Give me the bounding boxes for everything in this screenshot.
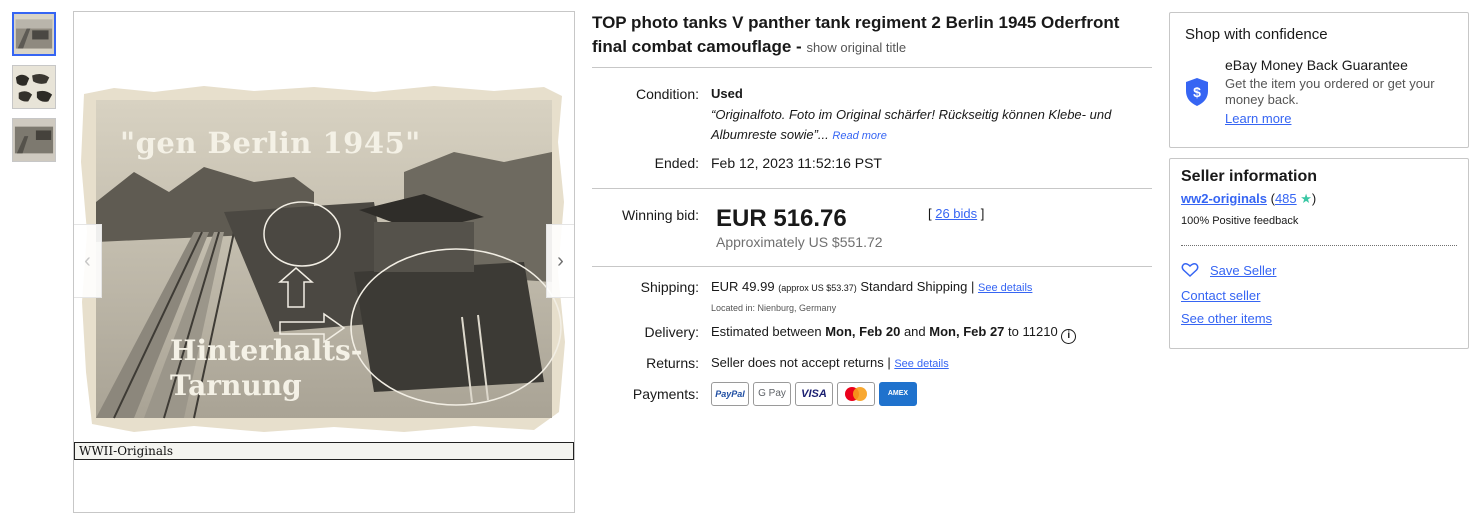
divider (592, 188, 1152, 189)
item-photo: "gen Berlin 1945" WWII-Originals Hinterh… (74, 82, 574, 460)
shipping-see-details-link[interactable]: See details (978, 282, 1032, 294)
info-icon[interactable]: i (1061, 329, 1077, 344)
delivery-label: Delivery: (644, 324, 699, 340)
guarantee-title: eBay Money Back Guarantee (1225, 57, 1408, 73)
read-more-link[interactable]: Read more (832, 130, 886, 142)
save-seller-label[interactable]: Save Seller (1210, 263, 1276, 278)
see-other-items-link[interactable]: See other items (1181, 311, 1272, 326)
learn-more-link[interactable]: Learn more (1225, 111, 1455, 126)
returns-see-details-link[interactable]: See details (894, 358, 948, 370)
delivery-prefix: Estimated between (711, 324, 822, 339)
save-seller-button[interactable]: Save Seller (1181, 262, 1276, 278)
guarantee-text: Get the item you ordered or get your mon… (1225, 76, 1435, 107)
photo-caption: "gen Berlin 1945" (120, 126, 421, 160)
winning-bid-label: Winning bid: (621, 207, 699, 223)
condition-label: Condition: (635, 86, 699, 102)
approximate-price: Approximately US $551.72 (716, 234, 883, 250)
shield-dollar-icon: $ (1184, 77, 1210, 112)
delivery-from: Mon, Feb 20 (825, 324, 901, 339)
thumbnail-2[interactable] (12, 65, 56, 109)
next-image-button[interactable]: › (546, 224, 574, 298)
divider (592, 67, 1152, 68)
shipping-row: Shipping: EUR 49.99 (approx US $53.37) S… (592, 278, 1152, 317)
previous-image-button[interactable]: ‹ (74, 224, 102, 298)
heart-icon (1181, 263, 1199, 278)
listing-info: TOP photo tanks V panther tank regiment … (592, 11, 1152, 406)
feedback-close-paren: ) (1311, 191, 1317, 206)
returns-label: Returns: (646, 355, 699, 371)
chevron-left-icon: ‹ (84, 249, 91, 272)
shop-with-confidence-card: Shop with confidence $ eBay Money Back G… (1169, 12, 1469, 148)
seller-name-link[interactable]: ww2-originals (1181, 191, 1267, 206)
returns-value: Seller does not accept returns | (711, 355, 891, 370)
photo-text-line1: Hinterhalts- (170, 334, 363, 367)
photo-thumbnail-icon (13, 119, 55, 161)
payments-row: Payments: PayPal G Pay VISA AMEX (592, 382, 1152, 406)
main-image-viewer[interactable]: "gen Berlin 1945" WWII-Originals Hinterh… (73, 11, 575, 513)
shipping-service: Standard Shipping | (860, 279, 975, 294)
shipping-approx: (approx US $53.37) (778, 283, 857, 293)
chevron-right-icon: › (557, 249, 564, 272)
condition-value: Used (711, 86, 743, 101)
winning-bid-row: Winning bid: EUR 516.76 [ 26 bids ] Appr… (592, 205, 1152, 251)
delivery-to: Mon, Feb 27 (929, 324, 1005, 339)
thumbnail-strip (12, 12, 58, 171)
ended-label: Ended: (654, 155, 699, 171)
show-original-title-link[interactable]: show original title (806, 40, 906, 55)
photo-thumbnail-icon (13, 66, 55, 108)
listing-title: TOP photo tanks V panther tank regiment … (592, 11, 1152, 60)
delivery-zip: to 11210 (1008, 324, 1058, 339)
divider (1181, 245, 1457, 246)
google-pay-icon: G Pay (753, 382, 791, 406)
svg-text:$: $ (1193, 84, 1201, 100)
feedback-score-link[interactable]: 485 (1275, 191, 1297, 206)
seller-heading: Seller information (1181, 168, 1318, 185)
payments-label: Payments: (632, 386, 699, 402)
photo-watermark-label: WWII-Originals (74, 442, 574, 460)
delivery-row: Delivery: Estimated between Mon, Feb 20 … (592, 323, 1152, 344)
ended-value: Feb 12, 2023 11:52:16 PST (711, 155, 882, 171)
star-icon: ★ (1300, 191, 1312, 206)
divider (592, 266, 1152, 267)
returns-row: Returns: Seller does not accept returns … (592, 354, 1152, 373)
bid-history-link[interactable]: 26 bids (935, 206, 977, 221)
photo-text-line2: Tarnung (170, 369, 302, 402)
condition-note: “Originalfoto. Foto im Original schärfer… (711, 107, 1112, 142)
thumbnail-3[interactable] (12, 118, 56, 162)
thumbnail-1[interactable] (12, 12, 56, 56)
visa-icon: VISA (795, 382, 833, 406)
positive-feedback: 100% Positive feedback (1181, 215, 1299, 227)
contact-seller-link[interactable]: Contact seller (1181, 288, 1260, 303)
confidence-heading: Shop with confidence (1185, 26, 1328, 43)
photo-thumbnail-icon (14, 14, 54, 54)
condition-row: Condition: Used “Originalfoto. Foto im O… (592, 85, 1152, 146)
winning-bid-price: EUR 516.76 (716, 205, 847, 232)
amex-icon: AMEX (879, 382, 917, 406)
paypal-icon: PayPal (711, 382, 749, 406)
seller-information-card: Seller information ww2-originals (485 ★)… (1169, 158, 1469, 349)
mastercard-icon (837, 382, 875, 406)
item-location: Located in: Nienburg, Germany (711, 303, 837, 313)
ended-row: Ended: Feb 12, 2023 11:52:16 PST (592, 154, 1152, 172)
delivery-and: and (903, 324, 926, 339)
shipping-price: EUR 49.99 (711, 279, 775, 294)
payment-methods: PayPal G Pay VISA AMEX (711, 382, 1152, 406)
shipping-label: Shipping: (640, 279, 699, 295)
